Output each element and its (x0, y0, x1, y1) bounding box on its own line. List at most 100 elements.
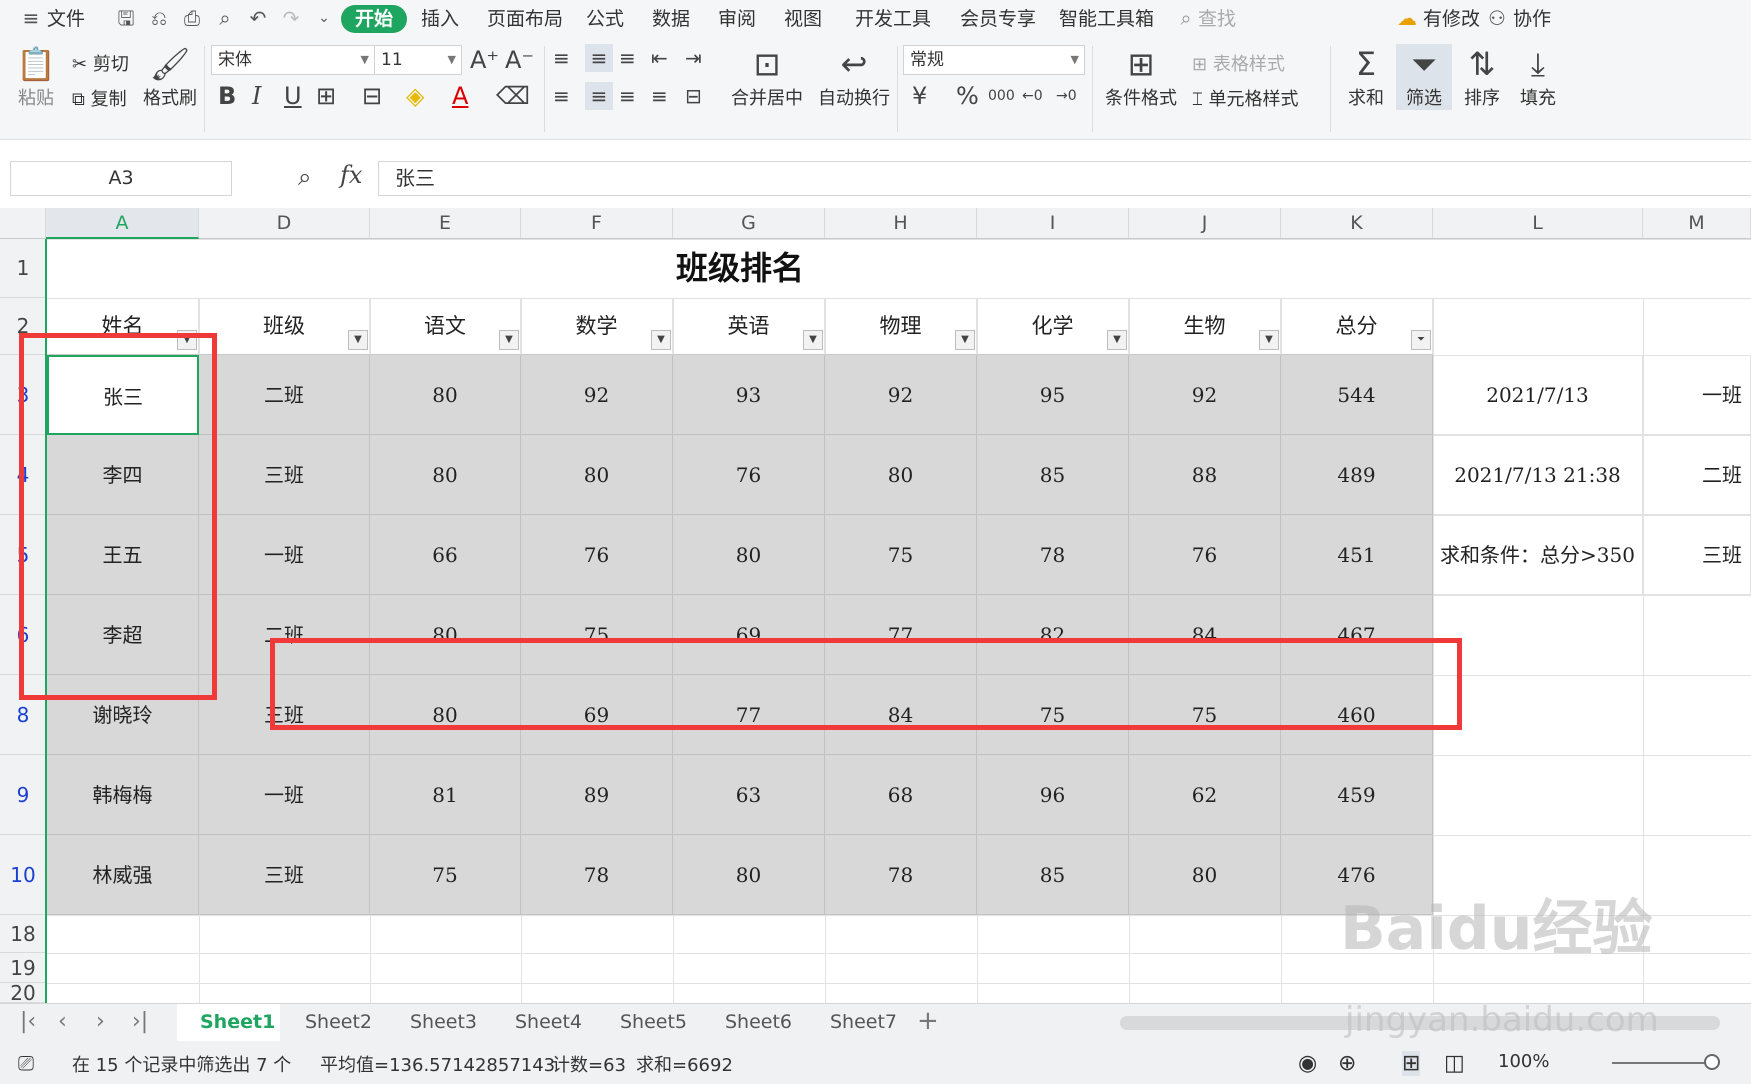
tab-page-layout[interactable]: 页面布局 (487, 5, 563, 33)
align-center-icon[interactable]: ≡ (585, 82, 613, 110)
eye-protection-icon[interactable]: ◉ (1298, 1051, 1317, 1076)
wrap-text-button[interactable]: ↩ 自动换行 (818, 44, 890, 110)
sum-button[interactable]: Σ 求和 (1342, 44, 1390, 110)
increase-font-icon[interactable]: A⁺ (470, 46, 499, 74)
data-cell[interactable]: 林威强 (47, 835, 199, 915)
merge-center-button[interactable]: ⊡ 合并居中 (728, 44, 806, 110)
tab-smart-toolbox[interactable]: 智能工具箱 (1059, 5, 1154, 33)
data-cell[interactable]: 68 (825, 755, 977, 835)
next-sheet-icon[interactable]: › (96, 1009, 105, 1034)
sheet-tab-5[interactable]: Sheet5 (620, 1011, 687, 1033)
row-header[interactable]: 20 (0, 983, 46, 1003)
cell-style-button[interactable]: ⌶ 单元格样式 (1192, 85, 1299, 111)
copy-button[interactable]: ⧉ 复制 (72, 85, 127, 111)
tab-formulas[interactable]: 公式 (586, 5, 624, 33)
add-sheet-icon[interactable]: + (917, 1006, 939, 1036)
tab-home[interactable]: 开始 (341, 5, 408, 33)
justify-icon[interactable]: ≡ (651, 82, 668, 110)
center-icon[interactable]: ⊕ (1338, 1051, 1356, 1076)
filter-dropdown-icon[interactable]: ▼ (955, 330, 975, 350)
sheet-tab-2[interactable]: Sheet2 (305, 1011, 372, 1033)
underline-icon[interactable]: U (284, 82, 302, 110)
data-cell[interactable]: 75 (370, 835, 521, 915)
bold-icon[interactable]: B (218, 82, 236, 110)
filter-dropdown-icon[interactable]: ▼ (348, 330, 368, 350)
data-cell[interactable]: 85 (977, 435, 1129, 515)
data-cell[interactable]: 62 (1129, 755, 1281, 835)
column-header-i[interactable]: I (977, 208, 1129, 239)
column-header-m[interactable]: M (1643, 208, 1751, 239)
paste-button[interactable]: 📋 粘贴 (12, 44, 60, 110)
align-top-icon[interactable]: ≡ (553, 44, 570, 72)
redo-icon[interactable]: ↷ (280, 7, 302, 29)
data-cell[interactable]: 89 (521, 755, 673, 835)
font-size-select[interactable]: 11 ▼ (374, 45, 462, 75)
fill-color-icon[interactable]: ◈ (406, 82, 424, 110)
prev-sheet-icon[interactable]: ‹ (58, 1009, 67, 1034)
indent-decrease-icon[interactable]: ⇤ (651, 44, 668, 72)
data-cell[interactable]: 80 (370, 435, 521, 515)
filter-dropdown-icon[interactable]: ▼ (803, 330, 823, 350)
print-icon[interactable]: ⎙ (181, 7, 203, 29)
cut-button[interactable]: ✂ 剪切 (72, 50, 129, 76)
search-input[interactable]: 查找 (1198, 5, 1236, 33)
sort-button[interactable]: ⇅ 排序 (1458, 44, 1506, 110)
border-icon[interactable]: ⊞ (316, 82, 336, 110)
data-cell[interactable]: 78 (825, 835, 977, 915)
sheet-tab-1[interactable]: Sheet1 (200, 1011, 275, 1033)
data-cell[interactable]: 96 (977, 755, 1129, 835)
insert-function-icon[interactable]: fx (340, 161, 362, 189)
column-header-f[interactable]: F (521, 208, 673, 239)
undo-history-icon[interactable]: ⎌ (148, 7, 170, 29)
filter-dropdown-icon[interactable]: ▼ (1107, 330, 1127, 350)
print-preview-icon[interactable]: ⌕ (214, 7, 236, 29)
undo-icon[interactable]: ↶ (247, 7, 269, 29)
row-header[interactable]: 9 (0, 755, 46, 835)
zoom-slider-handle[interactable] (1704, 1054, 1720, 1070)
data-cell[interactable]: 韩梅梅 (47, 755, 199, 835)
data-cell[interactable]: 78 (521, 835, 673, 915)
sheet-tab-4[interactable]: Sheet4 (515, 1011, 582, 1033)
tab-member[interactable]: 会员专享 (960, 5, 1036, 33)
tab-data[interactable]: 数据 (652, 5, 690, 33)
decrease-decimal-icon[interactable]: →0 (1056, 82, 1077, 110)
data-cell[interactable]: 76 (1129, 515, 1281, 595)
filter-button[interactable]: ⏷ 筛选 (1396, 44, 1452, 110)
has-changes-button[interactable]: 有修改 (1423, 5, 1480, 33)
data-cell[interactable]: 81 (370, 755, 521, 835)
data-cell[interactable]: 85 (977, 835, 1129, 915)
data-cell[interactable]: 三班 (199, 835, 370, 915)
column-header-e[interactable]: E (370, 208, 521, 239)
data-cell[interactable]: 75 (825, 515, 977, 595)
save-icon[interactable]: 🖫 (115, 7, 137, 29)
sheet-tab-6[interactable]: Sheet6 (725, 1011, 792, 1033)
data-cell[interactable]: 80 (1129, 835, 1281, 915)
macro-icon[interactable]: ⎚ (18, 1051, 34, 1075)
number-format-select[interactable]: 常规 ▼ (903, 45, 1085, 75)
column-header-j[interactable]: J (1129, 208, 1281, 239)
data-cell[interactable]: 66 (370, 515, 521, 595)
fill-button[interactable]: ⤓ 填充 (1514, 44, 1562, 110)
column-header-a[interactable]: A (46, 208, 199, 239)
decrease-font-icon[interactable]: A⁻ (505, 46, 534, 74)
column-header-k[interactable]: K (1281, 208, 1433, 239)
align-bottom-icon[interactable]: ≡ (619, 44, 636, 72)
first-sheet-icon[interactable]: |‹ (20, 1009, 36, 1034)
data-cell[interactable]: 二班 (199, 355, 370, 435)
filter-active-icon[interactable]: ⏷ (1411, 330, 1431, 350)
column-header-d[interactable]: D (199, 208, 370, 239)
row-header[interactable]: 10 (0, 835, 46, 915)
data-cell[interactable]: 80 (673, 515, 825, 595)
data-cell[interactable]: 80 (521, 435, 673, 515)
collaborate-button[interactable]: 协作 (1513, 5, 1551, 33)
sheet-tab-3[interactable]: Sheet3 (410, 1011, 477, 1033)
align-middle-icon[interactable]: ≡ (585, 44, 613, 72)
data-cell[interactable]: 544 (1281, 355, 1433, 435)
zoom-level[interactable]: 100% (1498, 1051, 1549, 1072)
data-cell[interactable]: 一班 (199, 755, 370, 835)
column-header-l[interactable]: L (1433, 208, 1643, 239)
cell-l5[interactable]: 求和条件：总分>350 (1433, 515, 1643, 595)
cell-m3[interactable]: 一班 (1643, 355, 1751, 435)
filter-dropdown-icon[interactable]: ▼ (499, 330, 519, 350)
data-cell[interactable]: 76 (673, 435, 825, 515)
